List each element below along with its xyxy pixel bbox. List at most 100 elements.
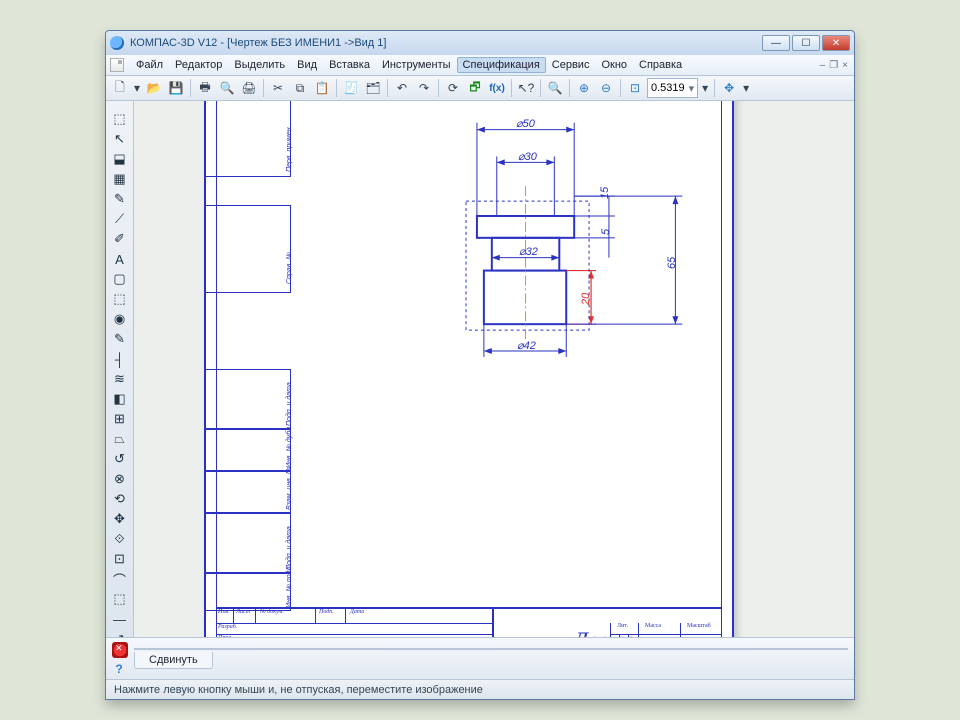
tb-h-lit: Лит. [617,623,628,629]
left-tool-21[interactable]: ⟐ [110,529,130,549]
left-tool-14[interactable]: ◧ [110,389,130,409]
tb-izm: Изм. [218,609,230,615]
pan-button[interactable]: ✥ [719,78,739,98]
left-tool-26[interactable]: ↗ [110,629,130,637]
left-tool-1[interactable]: ↖ [110,129,130,149]
left-tool-25[interactable]: — [110,609,130,629]
tree-button[interactable]: 🗂 [363,78,383,98]
minimize-button[interactable]: — [762,35,790,51]
left-tool-9[interactable]: ⬚ [110,289,130,309]
menu-window[interactable]: Окно [595,57,633,73]
maximize-button[interactable]: ☐ [792,35,820,51]
copy-button[interactable]: ⧉ [290,78,310,98]
whatsthis-button[interactable]: ↖? [516,78,536,98]
tb-razrab: Разраб. [218,624,237,630]
zoom-value-field[interactable]: 0.5319 ▾ [647,78,698,98]
window-title: КОМПАС-3D V12 - [Чертеж БЕЗ ИМЕНИ1 ->Вид… [130,37,386,49]
title-block: Изм. Лист № докум. Подп. Дата Разраб. Пр… [216,607,722,637]
dim-d42: ⌀42 [517,339,536,352]
refresh-button[interactable]: ⟳ [443,78,463,98]
left-tool-15[interactable]: ⊞ [110,409,130,429]
mdi-minimize-icon[interactable]: – [820,60,826,71]
menu-tools[interactable]: Инструменты [376,57,457,73]
menu-help[interactable]: Справка [633,57,688,73]
left-tool-11[interactable]: ✎ [110,329,130,349]
dim-d30: ⌀30 [518,150,537,163]
status-text: Нажмите левую кнопку мыши и, не отпуская… [114,684,483,696]
canvas[interactable]: Перв. примен. Справ. № Подп. и дата Инв.… [134,101,854,637]
mdi-close-icon[interactable]: × [842,60,848,71]
left-tool-4[interactable]: ✎ [110,189,130,209]
zoom-dropdown-icon[interactable]: ▾ [689,82,695,95]
zoom-in-button[interactable]: ⊕ [574,78,594,98]
left-tool-16[interactable]: ⏢ [110,429,130,449]
left-tool-22[interactable]: ⊡ [110,549,130,569]
new-dropdown-icon[interactable]: ▾ [132,78,142,98]
menu-insert[interactable]: Вставка [323,57,376,73]
zoom-out-button[interactable]: ⊖ [596,78,616,98]
menu-editor[interactable]: Редактор [169,57,228,73]
left-tool-2[interactable]: ⬓ [110,149,130,169]
left-tool-7[interactable]: A [110,249,130,269]
zoom-history-icon[interactable]: ▾ [700,78,710,98]
mdi-restore-icon[interactable]: ❐ [829,60,838,71]
left-tool-12[interactable]: ┤ [110,349,130,369]
cut-button[interactable]: ✂ [268,78,288,98]
save-button[interactable]: 💾 [166,78,186,98]
preview-button[interactable]: 🔍 [217,78,237,98]
left-tool-0[interactable]: ⬚ [110,109,130,129]
dim-h15: 15 [599,187,611,199]
left-tool-6[interactable]: ✐ [110,229,130,249]
left-tool-10[interactable]: ◉ [110,309,130,329]
left-tool-13[interactable]: ≋ [110,369,130,389]
technical-drawing [206,101,732,637]
menu-file[interactable]: Файл [130,57,169,73]
left-tool-20[interactable]: ✥ [110,509,130,529]
left-tool-17[interactable]: ↺ [110,449,130,469]
left-tool-24[interactable]: ⬚ [110,589,130,609]
close-button[interactable]: ✕ [822,35,850,51]
tb-podp: Подп. [319,609,334,615]
workarea: ⬚↖⬓▦✎⟋✐A▢⬚◉✎┤≋◧⊞⏢↺⊗⟲✥⟐⊡⌒⬚—↗ Перв. примен… [106,101,854,637]
left-tool-5[interactable]: ⟋ [110,209,130,229]
open-button[interactable]: 📂 [144,78,164,98]
fx-button[interactable]: f(x) [487,78,507,98]
command-tab[interactable]: Сдвинуть [134,652,213,669]
tb-ndoc: № докум. [260,609,284,615]
properties-button[interactable]: 🧾 [341,78,361,98]
redo-button[interactable]: ↷ [414,78,434,98]
left-toolbar: ⬚↖⬓▦✎⟋✐A▢⬚◉✎┤≋◧⊞⏢↺⊗⟲✥⟐⊡⌒⬚—↗ [106,101,134,637]
paste-button[interactable]: 📋 [312,78,332,98]
menubar: Файл Редактор Выделить Вид Вставка Инстр… [106,55,854,76]
tb-h-mass: Масса [645,623,661,629]
left-tool-23[interactable]: ⌒ [110,569,130,589]
plot-button[interactable]: 🖨 [239,78,259,98]
command-panel: ? Сдвинуть [106,637,854,679]
print-button[interactable]: 🖶 [195,78,215,98]
drawing-sheet: Перв. примен. Справ. № Подп. и дата Инв.… [204,101,734,637]
variables-button[interactable]: 🗗 [465,78,485,98]
command-input[interactable] [134,648,848,650]
dim-d32: ⌀32 [519,245,538,258]
undo-button[interactable]: ↶ [392,78,412,98]
tb-data: Дата [350,609,364,615]
help-icon[interactable]: ? [112,662,126,676]
left-tool-19[interactable]: ⟲ [110,489,130,509]
left-tool-8[interactable]: ▢ [110,269,130,289]
menu-spec[interactable]: Спецификация [457,57,546,73]
pan-dropdown-icon[interactable]: ▾ [741,78,751,98]
menu-select[interactable]: Выделить [228,57,291,73]
tb-h-scale: Масштаб [687,623,711,629]
zoom-window-button[interactable]: ⊡ [625,78,645,98]
left-tool-18[interactable]: ⊗ [110,469,130,489]
zoom-fit-button[interactable]: 🔍 [545,78,565,98]
main-toolbar: 🗋 ▾ 📂 💾 🖶 🔍 🖨 ✂ ⧉ 📋 🧾 🗂 ↶ ↷ ⟳ 🗗 f(x) ↖? … [106,76,854,101]
menu-view[interactable]: Вид [291,57,323,73]
dim-h5: 5 [600,229,612,235]
zoom-value: 0.5319 [651,82,685,94]
document-icon [110,58,124,72]
left-tool-3[interactable]: ▦ [110,169,130,189]
stop-icon[interactable] [112,642,128,658]
menu-service[interactable]: Сервис [546,57,596,73]
new-button[interactable]: 🗋 [110,78,130,98]
